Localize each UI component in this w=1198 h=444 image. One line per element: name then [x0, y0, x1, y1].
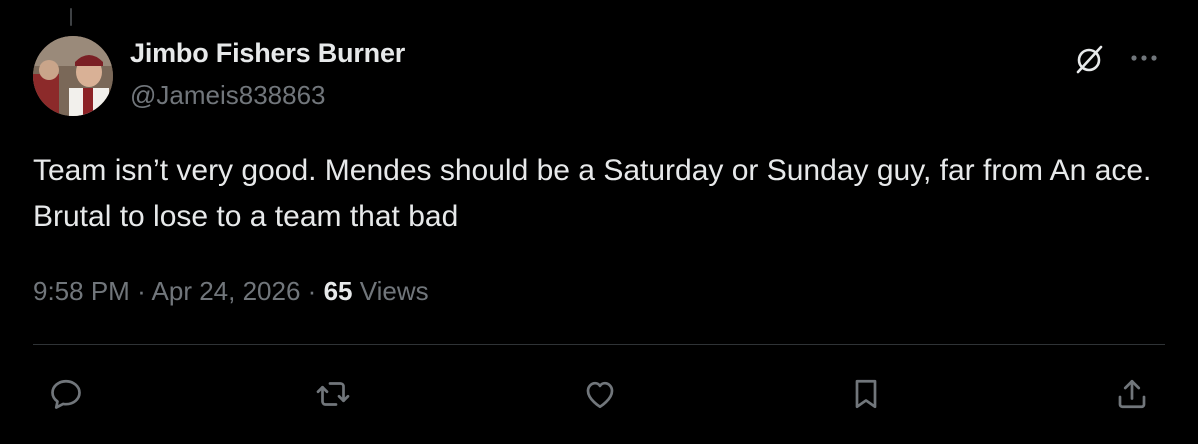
share-icon: [1118, 379, 1146, 409]
reply-button[interactable]: [46, 374, 86, 414]
meta-separator: ·: [137, 276, 146, 306]
divider: [33, 344, 1165, 345]
views-label[interactable]: Views: [360, 276, 429, 306]
tweet-time[interactable]: 9:58 PM: [33, 276, 130, 306]
avatar-image: [33, 36, 113, 116]
tweet-text: Team isn’t very good. Mendes should be a…: [33, 154, 1152, 233]
meta-separator: ·: [307, 276, 317, 306]
like-icon: [586, 381, 614, 409]
bookmark-icon: [855, 379, 877, 409]
grok-icon[interactable]: [1072, 42, 1106, 76]
more-icon[interactable]: [1126, 48, 1162, 68]
display-name[interactable]: Jimbo Fishers Burner: [130, 38, 405, 69]
reply-icon: [51, 379, 81, 409]
retweet-button[interactable]: [313, 374, 353, 414]
avatar[interactable]: [33, 36, 113, 116]
like-button[interactable]: [580, 374, 620, 414]
tweet-meta: 9:58 PM · Apr 24, 2026 · 65 Views: [33, 276, 429, 307]
bookmark-button[interactable]: [846, 374, 886, 414]
handle[interactable]: @Jameis838863: [130, 80, 326, 111]
share-button[interactable]: [1112, 374, 1152, 414]
thread-connector-line: [70, 8, 72, 26]
tweet-date[interactable]: Apr 24, 2026: [152, 276, 301, 306]
retweet-icon: [316, 382, 350, 406]
views-count[interactable]: 65: [324, 276, 353, 306]
